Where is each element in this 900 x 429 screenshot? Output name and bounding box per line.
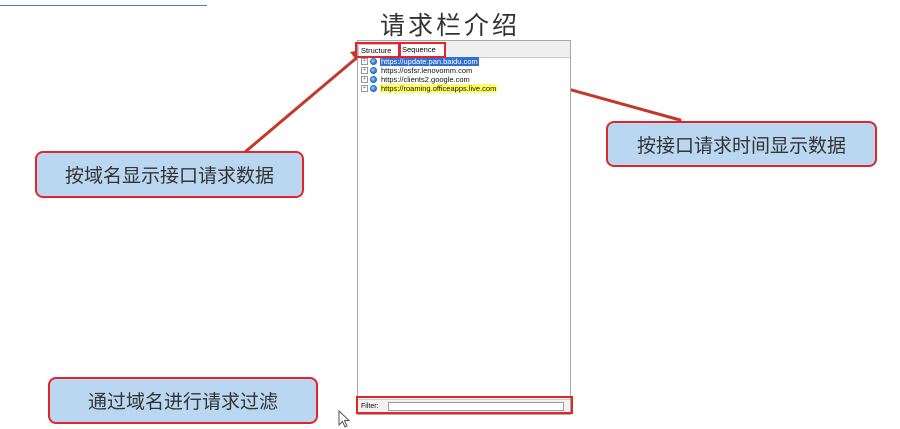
tree-item-host-1[interactable]: + https://update.pan.baidu.com (359, 57, 569, 66)
expand-icon[interactable]: + (361, 76, 368, 83)
host-tree: + https://update.pan.baidu.com + https:/… (359, 57, 569, 93)
globe-icon (370, 58, 377, 65)
expand-icon[interactable]: + (361, 67, 368, 74)
callout-filter: 通过域名进行请求过滤 (48, 377, 318, 424)
expand-icon[interactable]: + (361, 85, 368, 92)
filter-label: Filter: (361, 403, 379, 410)
host-label: https://update.pan.baidu.com (380, 57, 479, 66)
tree-item-host-4[interactable]: + https://roaming.officeapps.live.com (359, 84, 569, 93)
globe-icon (370, 85, 377, 92)
tree-item-host-2[interactable]: + https://osfsr.lenovomm.com (359, 66, 569, 75)
tab-strip: Structure Sequence (358, 41, 570, 58)
tab-sequence[interactable]: Sequence (400, 44, 446, 56)
filter-bar: Filter: (358, 399, 570, 414)
tab-structure[interactable]: Structure (358, 44, 399, 56)
callout-by-domain: 按域名显示接口请求数据 (35, 151, 304, 198)
tree-item-host-3[interactable]: + https://clients2.google.com (359, 75, 569, 84)
globe-icon (370, 67, 377, 74)
host-label: https://osfsr.lenovomm.com (381, 66, 473, 75)
expand-icon[interactable]: + (361, 58, 368, 65)
request-panel: Structure Sequence + https://update.pan.… (357, 40, 571, 415)
filter-input[interactable] (388, 402, 564, 411)
host-label: https://roaming.officeapps.live.com (380, 84, 498, 93)
host-label: https://clients2.google.com (381, 75, 470, 84)
callout-by-time: 按接口请求时间显示数据 (606, 121, 877, 167)
arrow-domain (243, 53, 362, 154)
mouse-cursor-icon (338, 410, 350, 428)
globe-icon (370, 76, 377, 83)
